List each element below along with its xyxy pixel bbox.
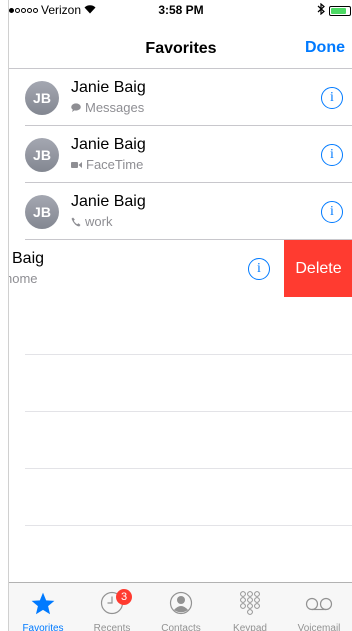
favorite-type-label: home — [8, 271, 38, 286]
favorite-type-label: Messages — [85, 100, 145, 115]
bluetooth-icon — [317, 2, 325, 18]
star-icon — [30, 591, 56, 622]
favorite-type: work — [71, 214, 112, 229]
swiped-favorite-row[interactable]: Baig home i Delete — [9, 240, 352, 297]
tab-label: Contacts — [161, 623, 201, 631]
favorite-row[interactable]: JB Janie Baig FaceTime i — [9, 126, 352, 183]
voicemail-icon — [305, 597, 333, 616]
message-bubble-icon — [71, 103, 81, 112]
tab-label: Voicemail — [297, 623, 341, 631]
favorite-type-label: FaceTime — [86, 157, 144, 172]
tab-keypad[interactable]: Keypad — [216, 583, 284, 631]
tab-label: Recents — [93, 623, 131, 631]
tab-voicemail[interactable]: Voicemail — [285, 583, 352, 631]
page-title: Favorites — [145, 40, 217, 57]
keypad-icon — [239, 591, 261, 620]
empty-row-separator — [25, 525, 352, 526]
info-button[interactable]: i — [321, 87, 343, 109]
tab-bar: Favorites 3 Recents Contacts Keypad Voic… — [9, 582, 352, 631]
navigation-bar: Favorites Done — [9, 20, 352, 69]
favorite-row[interactable]: JB Janie Baig work i — [9, 183, 352, 240]
recents-badge: 3 — [116, 589, 132, 605]
video-camera-icon — [71, 161, 82, 168]
tab-label: Favorites — [22, 623, 64, 631]
tab-contacts[interactable]: Contacts — [147, 583, 215, 631]
empty-row-separator — [25, 468, 352, 469]
info-button[interactable]: i — [248, 258, 270, 280]
delete-button[interactable]: Delete — [284, 240, 352, 297]
contact-name: Janie Baig — [71, 193, 146, 210]
status-right — [317, 2, 351, 18]
avatar: JB — [25, 81, 59, 115]
battery-fill — [331, 7, 347, 14]
empty-row-separator — [25, 354, 352, 355]
favorite-type: FaceTime — [71, 157, 143, 172]
tab-favorites[interactable]: Favorites — [9, 583, 77, 631]
phone-screen: Verizon 3:58 PM Favorites Done JB Janie … — [8, 0, 352, 631]
empty-row-separator — [25, 411, 352, 412]
status-bar: Verizon 3:58 PM — [9, 0, 352, 20]
info-button[interactable]: i — [321, 201, 343, 223]
done-button[interactable]: Done — [305, 39, 345, 57]
favorite-type: Messages — [71, 100, 144, 115]
contacts-icon — [169, 591, 193, 620]
tab-recents[interactable]: 3 Recents — [78, 583, 146, 631]
info-button[interactable]: i — [321, 144, 343, 166]
phone-icon — [71, 217, 81, 226]
avatar: JB — [25, 195, 59, 229]
contact-name: Janie Baig — [71, 136, 146, 153]
contact-name: Janie Baig — [71, 79, 146, 96]
avatar: JB — [25, 138, 59, 172]
contact-name: Baig — [12, 250, 45, 267]
favorite-row[interactable]: JB Janie Baig Messages i — [9, 69, 352, 126]
status-time: 3:58 PM — [158, 3, 204, 17]
favorite-type-label: work — [85, 214, 113, 229]
battery-icon — [329, 5, 351, 16]
tab-label: Keypad — [233, 623, 267, 631]
